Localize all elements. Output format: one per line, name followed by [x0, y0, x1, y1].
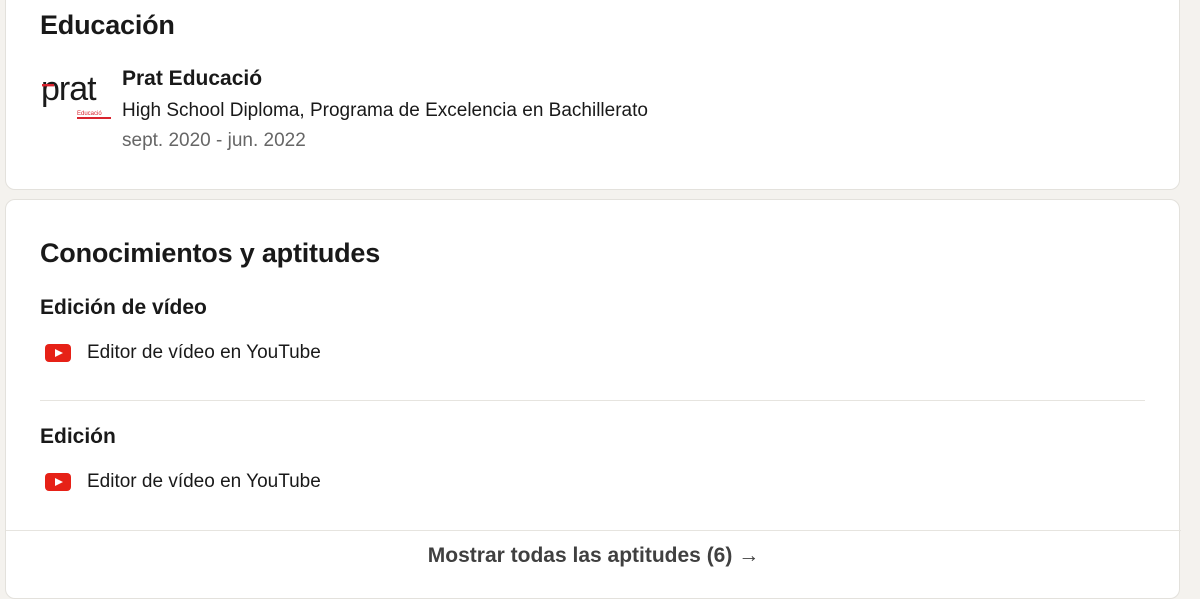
- youtube-icon: [45, 344, 71, 362]
- skill-source-label: Editor de vídeo en YouTube: [87, 342, 321, 363]
- school-logo-wordmark: prat: [41, 71, 97, 108]
- skill-name[interactable]: Edición de vídeo: [40, 296, 207, 320]
- skill-divider: [40, 400, 1145, 401]
- skills-section-title: Conocimientos y aptitudes: [40, 238, 381, 268]
- skill-source-label: Editor de vídeo en YouTube: [87, 471, 321, 492]
- degree-text: High School Diploma, Programa de Excelen…: [122, 100, 648, 121]
- card-footer-divider: [6, 530, 1181, 531]
- skill-source-row[interactable]: Editor de vídeo en YouTube: [44, 471, 321, 493]
- skill-source-row[interactable]: Editor de vídeo en YouTube: [44, 342, 321, 364]
- education-dates: sept. 2020 - jun. 2022: [122, 130, 306, 151]
- school-name[interactable]: Prat Educació: [122, 67, 262, 91]
- education-card: Educación prat Educació Prat Educació Hi…: [5, 0, 1180, 190]
- show-all-skills-button[interactable]: Mostrar todas las aptitudes (6) →: [6, 544, 1181, 568]
- skill-name[interactable]: Edición: [40, 425, 116, 449]
- logo-accent-bar: [42, 84, 54, 87]
- logo-underline: [77, 117, 111, 119]
- school-logo[interactable]: prat Educació: [41, 71, 113, 123]
- school-logo-subtext: Educació: [77, 111, 102, 117]
- youtube-icon: [45, 473, 71, 491]
- education-section-title: Educación: [40, 10, 175, 40]
- skills-card: Conocimientos y aptitudes Edición de víd…: [5, 199, 1181, 599]
